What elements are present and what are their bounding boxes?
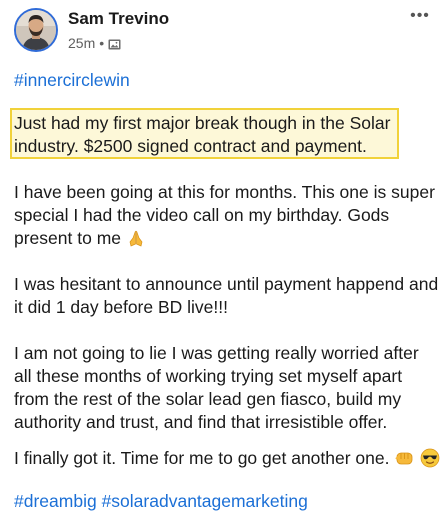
paragraph-1-line-3-text: present to me — [14, 228, 121, 248]
post-time: 25m — [68, 35, 96, 51]
paragraph-2-line-2: it did 1 day before BD live!!! — [14, 297, 228, 317]
paragraph-3-line-4: authority and trust, and find that irres… — [14, 412, 388, 432]
avatar[interactable] — [14, 8, 58, 52]
paragraph-4-text: I finally got it. Time for me to go get … — [14, 448, 390, 468]
hashtag-innercirclewin[interactable]: #innercirclewin — [14, 69, 130, 92]
post-meta: 25m • — [68, 34, 121, 52]
paragraph-1-line-3: present to me — [14, 227, 146, 254]
hashtag-dreambig[interactable]: #dreambig — [14, 491, 97, 511]
paragraph-3-line-2: all these months of working trying set m… — [14, 366, 403, 386]
fist-bump-icon — [394, 448, 415, 474]
image-visibility-icon — [108, 37, 121, 50]
meta-separator: • — [99, 35, 105, 51]
folded-hands-icon — [126, 228, 146, 254]
paragraph-1-line-1: I have been going at this for months. Th… — [14, 182, 435, 202]
sunglasses-smiley-icon — [420, 448, 440, 474]
paragraph-3-line-1: I am not going to lie I was getting real… — [14, 343, 419, 363]
author-name[interactable]: Sam Trevino — [68, 9, 169, 29]
paragraph-2-line-1: I was hesitant to announce until payment… — [14, 274, 439, 294]
paragraph-4-line-1: I finally got it. Time for me to go get … — [14, 447, 440, 474]
highlight-line-2: industry. $2500 signed contract and paym… — [14, 136, 367, 156]
paragraph-3-line-3: from the rest of the solar lead gen fias… — [14, 389, 402, 409]
paragraph-1-line-2: special I had the video call on my birth… — [14, 205, 390, 225]
highlight-line-1: Just had my first major break though in … — [14, 113, 391, 133]
avatar-photo — [16, 10, 56, 50]
hashtag-solaradvantagemarketing[interactable]: #solaradvantagemarketing — [102, 491, 308, 511]
more-options-button[interactable]: ••• — [408, 6, 432, 26]
post-card: Sam Trevino 25m • ••• #innercirclewin Ju… — [0, 0, 444, 511]
